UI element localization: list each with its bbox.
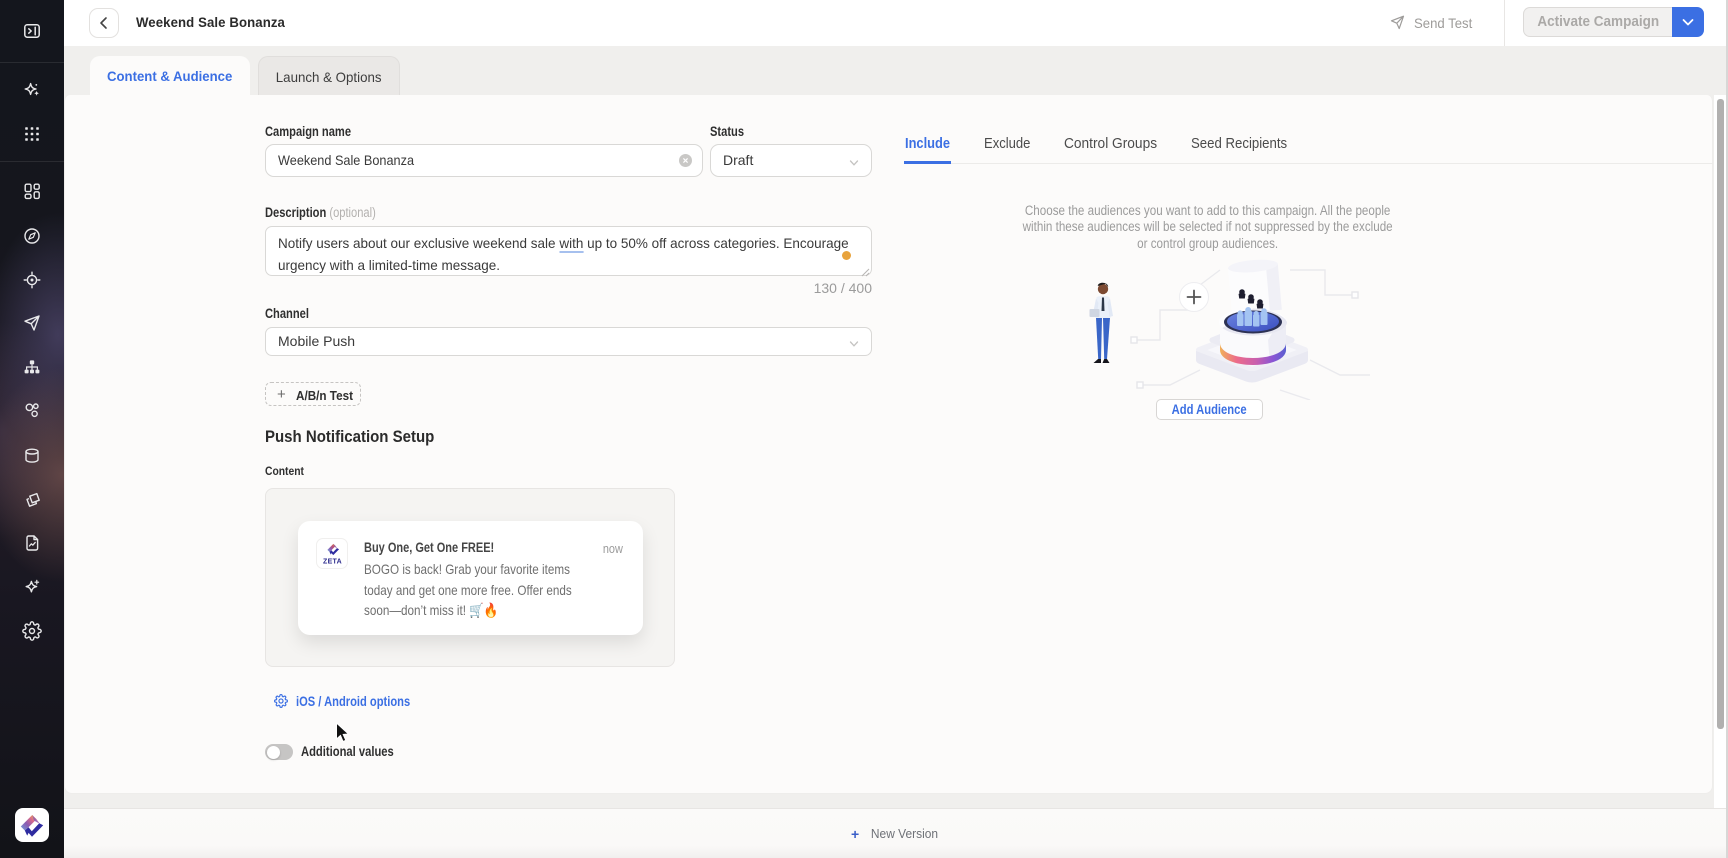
svg-text:ZETA: ZETA	[323, 559, 342, 566]
